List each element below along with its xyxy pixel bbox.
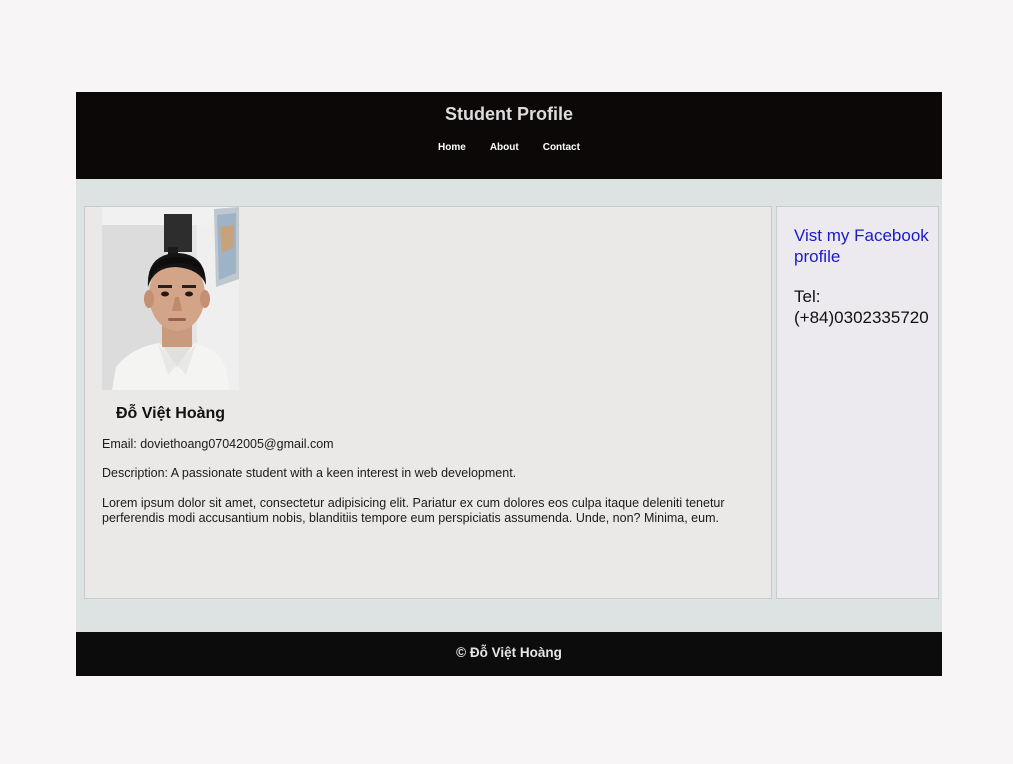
lorem-paragraph: Lorem ipsum dolor sit amet, consectetur … (102, 496, 725, 525)
profile-panel: Đỗ Việt Hoàng Email: doviethoang07042005… (84, 206, 772, 599)
nav-about-link[interactable]: About (490, 141, 519, 155)
facebook-profile-link[interactable]: Vist my Facebook profile (794, 225, 936, 267)
student-photo (102, 207, 239, 390)
copyright-text: © Đỗ Việt Hoàng (456, 645, 562, 660)
nav-contact-link[interactable]: Contact (543, 141, 580, 155)
student-name: Đỗ Việt Hoàng (116, 405, 226, 422)
site-footer: © Đỗ Việt Hoàng (76, 632, 942, 676)
main-nav: Home About Contact (76, 141, 942, 155)
email-text: Email: doviethoang07042005@gmail.com (102, 437, 334, 451)
page-container: Student Profile Home About Contact Đỗ Vi… (76, 92, 942, 676)
contact-sidebar: Vist my Facebook profile Tel: (+84)03023… (776, 206, 939, 599)
site-title: Student Profile (444, 104, 573, 124)
description-text: Description: A passionate student with a… (102, 466, 517, 480)
telephone-text: Tel: (+84)0302335720 (794, 287, 929, 327)
site-header: Student Profile Home About Contact (76, 92, 942, 179)
nav-home-link[interactable]: Home (438, 141, 466, 155)
